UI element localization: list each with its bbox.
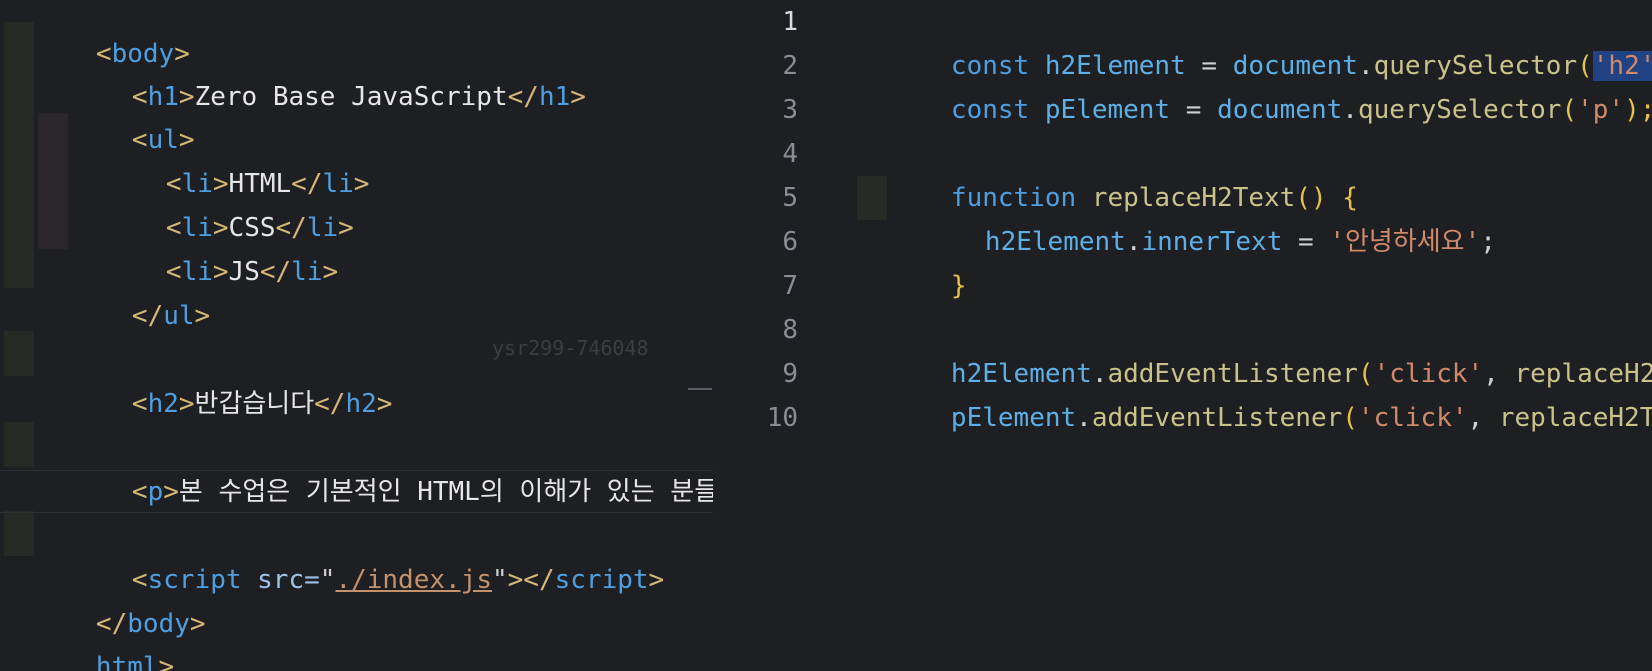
code-line: pElement.addEventListener('click', repla… xyxy=(857,352,1652,433)
tag-bracket: </ xyxy=(314,389,346,419)
code-line: const h2Element = document.querySelector… xyxy=(857,0,1652,81)
comma: , xyxy=(1467,403,1499,433)
variable: pElement xyxy=(1044,95,1171,125)
code-line: <script src="./index.js"></script> xyxy=(38,514,664,595)
tag-bracket: > xyxy=(338,213,354,243)
tag-bracket: > xyxy=(507,565,524,595)
code-line: </ul> xyxy=(38,250,210,331)
code-line: <li>JS</li> xyxy=(72,206,338,287)
line-number: 10 xyxy=(766,403,798,433)
line-number: 6 xyxy=(782,227,798,257)
tag-bracket: > xyxy=(322,257,339,287)
scroll-indicator[interactable] xyxy=(688,388,712,390)
indent-guide xyxy=(4,511,34,556)
line-number: 3 xyxy=(782,95,798,125)
paren: ( xyxy=(1342,403,1358,433)
property: innerText xyxy=(1141,227,1283,257)
string-literal: '안녕하세요' xyxy=(1329,227,1481,257)
tag-name: ul xyxy=(163,301,195,331)
code-line: h2Element.innerText = '안녕하세요'; xyxy=(891,176,1496,257)
tag-bracket: </ xyxy=(507,82,539,112)
keyword: const xyxy=(950,95,1030,125)
element-text: 반갑습니다 xyxy=(194,389,315,419)
tag-bracket: > xyxy=(648,565,665,595)
element-text: 본 수업은 기본적인 HTML의 이해가 있는 분들을 xyxy=(178,477,713,507)
code-line: <li>HTML</li> xyxy=(72,118,370,199)
code-line: <li>CSS</li> xyxy=(72,162,354,243)
argument: replaceH2T xyxy=(1498,403,1652,433)
variable: pElement xyxy=(950,403,1077,433)
quote: " xyxy=(319,565,336,595)
indent-guide xyxy=(4,331,34,376)
code-line: h2Element.addEventListener('click', repl… xyxy=(857,308,1652,389)
element-text: Zero Base JavaScript xyxy=(194,82,508,112)
watermark-text: ysr299-746048 xyxy=(492,336,649,360)
line-number: 2 xyxy=(782,51,798,81)
tag-bracket: > xyxy=(376,389,393,419)
object: document xyxy=(1217,95,1343,125)
tag-bracket: > xyxy=(570,82,586,112)
code-line: const pElement = document.querySelector(… xyxy=(857,44,1652,125)
operator: = xyxy=(1170,95,1218,125)
code-line: } xyxy=(857,220,967,301)
statement-end: ); xyxy=(1624,95,1652,125)
statement-end: ; xyxy=(1480,227,1496,257)
tag-bracket: > xyxy=(158,652,175,671)
tag-bracket: < xyxy=(131,389,148,419)
code-line: </body> xyxy=(2,558,206,639)
dot: . xyxy=(1076,403,1092,433)
code-line: function replaceH2Text() { xyxy=(857,132,1358,213)
line-number: 1 xyxy=(782,7,798,37)
element-text: JS xyxy=(228,257,260,287)
tag-bracket: > xyxy=(194,301,211,331)
string-literal: 'p' xyxy=(1577,95,1625,125)
tag-bracket: </ xyxy=(523,565,555,595)
quote: " xyxy=(491,565,508,595)
attribute-name: src= xyxy=(241,565,320,595)
line-number: 5 xyxy=(782,183,798,213)
tag-name: h1 xyxy=(538,82,571,112)
code-editor-window: <body> <h1>Zero Base JavaScript</h1> <ul… xyxy=(0,0,1652,671)
code-line: <h2>반갑습니다</h2> xyxy=(38,338,393,419)
code-line: <ul> xyxy=(38,74,195,155)
code-line: <body> xyxy=(2,0,190,69)
tag-name: script xyxy=(554,565,649,595)
line-number: 4 xyxy=(782,139,798,169)
html-editor-pane[interactable]: <body> <h1>Zero Base JavaScript</h1> <ul… xyxy=(0,0,713,671)
tag-name: p xyxy=(147,477,164,507)
code-line: <h1>Zero Base JavaScript</h1> xyxy=(38,31,586,112)
dot: . xyxy=(1125,227,1142,257)
line-number: 9 xyxy=(782,359,798,389)
js-editor-pane[interactable]: 1 2 3 4 5 6 7 8 9 10 const h2Element = d… xyxy=(713,0,1652,671)
tag-bracket: > xyxy=(163,477,179,507)
operator: = xyxy=(1282,227,1330,257)
indent-guide xyxy=(4,422,34,467)
tag-bracket: < xyxy=(131,477,148,507)
method: addEventListener xyxy=(1091,403,1343,433)
script-src-link[interactable]: ./index.js xyxy=(335,565,492,595)
brace: } xyxy=(950,271,967,301)
variable: h2Element xyxy=(984,227,1126,257)
code-line: <p>본 수업은 기본적인 HTML의 이해가 있는 분들을 xyxy=(38,426,713,507)
tag-bracket: </ xyxy=(131,301,164,331)
tag-bracket: </ xyxy=(259,257,292,287)
paren: ( xyxy=(1561,95,1578,125)
tag-bracket: > xyxy=(178,389,195,419)
tag-bracket: > xyxy=(189,609,206,639)
tag-name: html xyxy=(95,652,159,671)
tag-bracket: > xyxy=(353,169,370,199)
line-number: 7 xyxy=(782,271,798,301)
code-line: html> xyxy=(2,601,174,671)
dot: . xyxy=(1342,95,1358,125)
line-number: 8 xyxy=(782,315,798,345)
tag-name: h2 xyxy=(147,389,179,419)
tag-name: li xyxy=(291,257,323,287)
string-literal: 'click' xyxy=(1357,403,1468,433)
tag-bracket: > xyxy=(212,257,229,287)
tag-name: h2 xyxy=(345,389,377,419)
method: querySelector xyxy=(1357,95,1562,125)
